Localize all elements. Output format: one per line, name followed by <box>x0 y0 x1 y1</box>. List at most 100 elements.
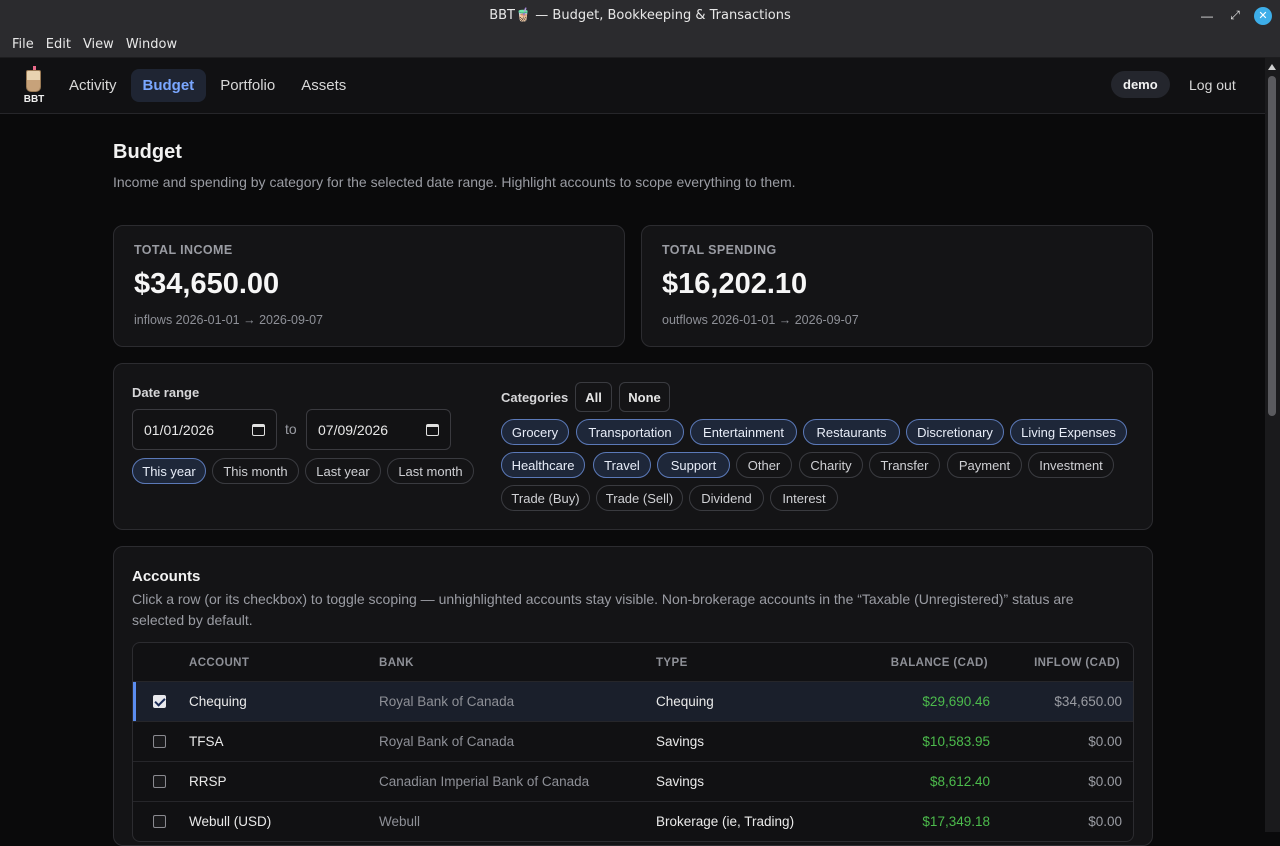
end-date-input[interactable]: 07/09/2026 <box>306 409 451 450</box>
close-icon[interactable]: ✕ <box>1254 6 1272 25</box>
accounts-description: Click a row (or its checkbox) to toggle … <box>132 591 1074 628</box>
balance-cell: $17,349.18 <box>922 814 990 829</box>
window-titlebar: BBT🧋 — Budget, Bookkeeping & Transaction… <box>0 0 1280 31</box>
type-cell: Savings <box>656 734 705 749</box>
row-checkbox[interactable] <box>153 735 166 748</box>
calendar-icon[interactable] <box>252 423 265 436</box>
bank-cell: Canadian Imperial Bank of Canada <box>379 774 590 789</box>
col-type[interactable]: TYPE <box>656 657 688 669</box>
row-checkbox[interactable] <box>153 695 166 708</box>
maximize-icon[interactable]: ⤢ <box>1226 7 1244 25</box>
spending-note: outflows 2026-01-01 → 2026-09-07 <box>662 313 859 327</box>
inflow-cell: $0.00 <box>1088 774 1122 789</box>
nav-assets[interactable]: Assets <box>289 69 358 102</box>
user-badge[interactable]: demo <box>1111 71 1170 98</box>
category-pill-entertainment[interactable]: Entertainment <box>690 419 797 445</box>
spending-value: $16,202.10 <box>662 268 808 300</box>
category-pill-dividend[interactable]: Dividend <box>689 485 764 511</box>
income-note: inflows 2026-01-01 → 2026-09-07 <box>134 313 324 327</box>
category-pill-living-expenses[interactable]: Living Expenses <box>1010 419 1127 445</box>
inflow-cell: $0.00 <box>1088 814 1122 829</box>
category-pill-discretionary[interactable]: Discretionary <box>906 419 1004 445</box>
account-cell: Webull (USD) <box>189 814 272 829</box>
balance-cell: $29,690.46 <box>922 694 990 709</box>
menubar: File Edit View Window <box>0 31 1280 58</box>
preset-this-year[interactable]: This year <box>132 458 206 484</box>
window-controls: — ⤢ ✕ <box>1198 0 1272 31</box>
category-pill-restaurants[interactable]: Restaurants <box>803 419 900 445</box>
bank-cell: Royal Bank of Canada <box>379 694 515 709</box>
income-value: $34,650.00 <box>134 268 280 300</box>
bank-cell: Royal Bank of Canada <box>379 734 515 749</box>
minimize-icon[interactable]: — <box>1198 7 1216 25</box>
category-pill-investment[interactable]: Investment <box>1028 452 1114 478</box>
preset-last-year[interactable]: Last year <box>305 458 381 484</box>
col-bank[interactable]: BANK <box>379 657 414 669</box>
menu-window[interactable]: Window <box>120 37 183 52</box>
row-checkbox[interactable] <box>153 815 166 828</box>
type-cell: Brokerage (ie, Trading) <box>656 814 795 829</box>
preset-last-month[interactable]: Last month <box>387 458 474 484</box>
date-range-label: Date range <box>132 385 200 400</box>
accounts-card: Accounts Click a row (or its checkbox) t… <box>113 546 1153 846</box>
category-pill-payment[interactable]: Payment <box>947 452 1022 478</box>
calendar-icon[interactable] <box>426 423 439 436</box>
col-inflow[interactable]: INFLOW (CAD) <box>1034 657 1120 669</box>
category-pill-travel[interactable]: Travel <box>593 452 651 478</box>
income-label: TOTAL INCOME <box>134 243 233 257</box>
category-pill-trade-sell[interactable]: Trade (Sell) <box>596 485 683 511</box>
menu-edit[interactable]: Edit <box>40 37 77 52</box>
menu-file[interactable]: File <box>6 37 40 52</box>
page-subtitle: Income and spending by category for the … <box>113 174 796 190</box>
table-row[interactable]: TFSA Royal Bank of Canada Savings $10,583.9… <box>133 721 1133 761</box>
col-balance[interactable]: BALANCE (CAD) <box>891 657 988 669</box>
category-pill-other[interactable]: Other <box>736 452 792 478</box>
logout-link[interactable]: Log out <box>1189 77 1236 93</box>
window-title: BBT🧋 — Budget, Bookkeeping & Transaction… <box>489 8 791 23</box>
filters-card: Date range 01/01/2026 to 07/09/2026 This… <box>113 363 1153 530</box>
category-pill-support[interactable]: Support <box>657 452 730 478</box>
category-pill-grocery[interactable]: Grocery <box>501 419 569 445</box>
accounts-title: Accounts <box>132 568 201 585</box>
inflow-cell: $34,650.00 <box>1054 694 1122 709</box>
balance-cell: $10,583.95 <box>922 734 990 749</box>
account-cell: Chequing <box>189 694 247 709</box>
col-account[interactable]: ACCOUNT <box>189 657 249 669</box>
to-label: to <box>285 421 297 437</box>
table-row[interactable]: Webull (USD) Webull Brokerage (ie, Trading… <box>133 801 1133 841</box>
scroll-thumb[interactable] <box>1268 76 1276 416</box>
category-pill-healthcare[interactable]: Healthcare <box>501 452 585 478</box>
table-row[interactable]: Chequing Royal Bank of Canada Chequing $29,… <box>133 681 1133 722</box>
type-cell: Chequing <box>656 694 714 709</box>
category-pill-charity[interactable]: Charity <box>799 452 863 478</box>
category-pill-interest[interactable]: Interest <box>770 485 838 511</box>
categories-label: Categories <box>501 390 569 405</box>
category-pill-trade-buy[interactable]: Trade (Buy) <box>501 485 590 511</box>
nav-portfolio[interactable]: Portfolio <box>208 69 287 102</box>
total-income-card: TOTAL INCOME $34,650.00 inflows 2026-01-… <box>113 225 625 347</box>
accounts-table: ACCOUNT BANK TYPE BALANCE (CAD) INFLOW (… <box>132 642 1134 842</box>
total-spending-card: TOTAL SPENDING $16,202.10 outflows 2026-… <box>641 225 1153 347</box>
category-pill-transportation[interactable]: Transportation <box>576 419 684 445</box>
table-row[interactable]: RRSP Canadian Imperial Bank of Canada Savi… <box>133 761 1133 801</box>
nav-activity[interactable]: Activity <box>57 69 129 102</box>
bank-cell: Webull <box>379 814 421 829</box>
row-checkbox[interactable] <box>153 775 166 788</box>
balance-cell: $8,612.40 <box>929 774 990 789</box>
page-scrollbar[interactable] <box>1265 58 1280 832</box>
start-date-input[interactable]: 01/01/2026 <box>132 409 277 450</box>
nav-budget[interactable]: Budget <box>130 69 207 102</box>
account-cell: TFSA <box>189 734 224 749</box>
bbt-logo[interactable]: BBT <box>22 66 46 106</box>
categories-all-button[interactable]: All <box>575 382 612 412</box>
scroll-up-icon[interactable] <box>1268 64 1276 70</box>
account-cell: RRSP <box>189 774 227 789</box>
category-pill-transfer[interactable]: Transfer <box>869 452 940 478</box>
spending-label: TOTAL SPENDING <box>662 243 777 257</box>
inflow-cell: $0.00 <box>1088 734 1122 749</box>
menu-view[interactable]: View <box>77 37 120 52</box>
preset-this-month[interactable]: This month <box>212 458 299 484</box>
app-header: BBT Activity Budget Portfolio Assets dem… <box>0 58 1265 114</box>
page-title: Budget <box>113 141 182 163</box>
categories-none-button[interactable]: None <box>619 382 670 412</box>
